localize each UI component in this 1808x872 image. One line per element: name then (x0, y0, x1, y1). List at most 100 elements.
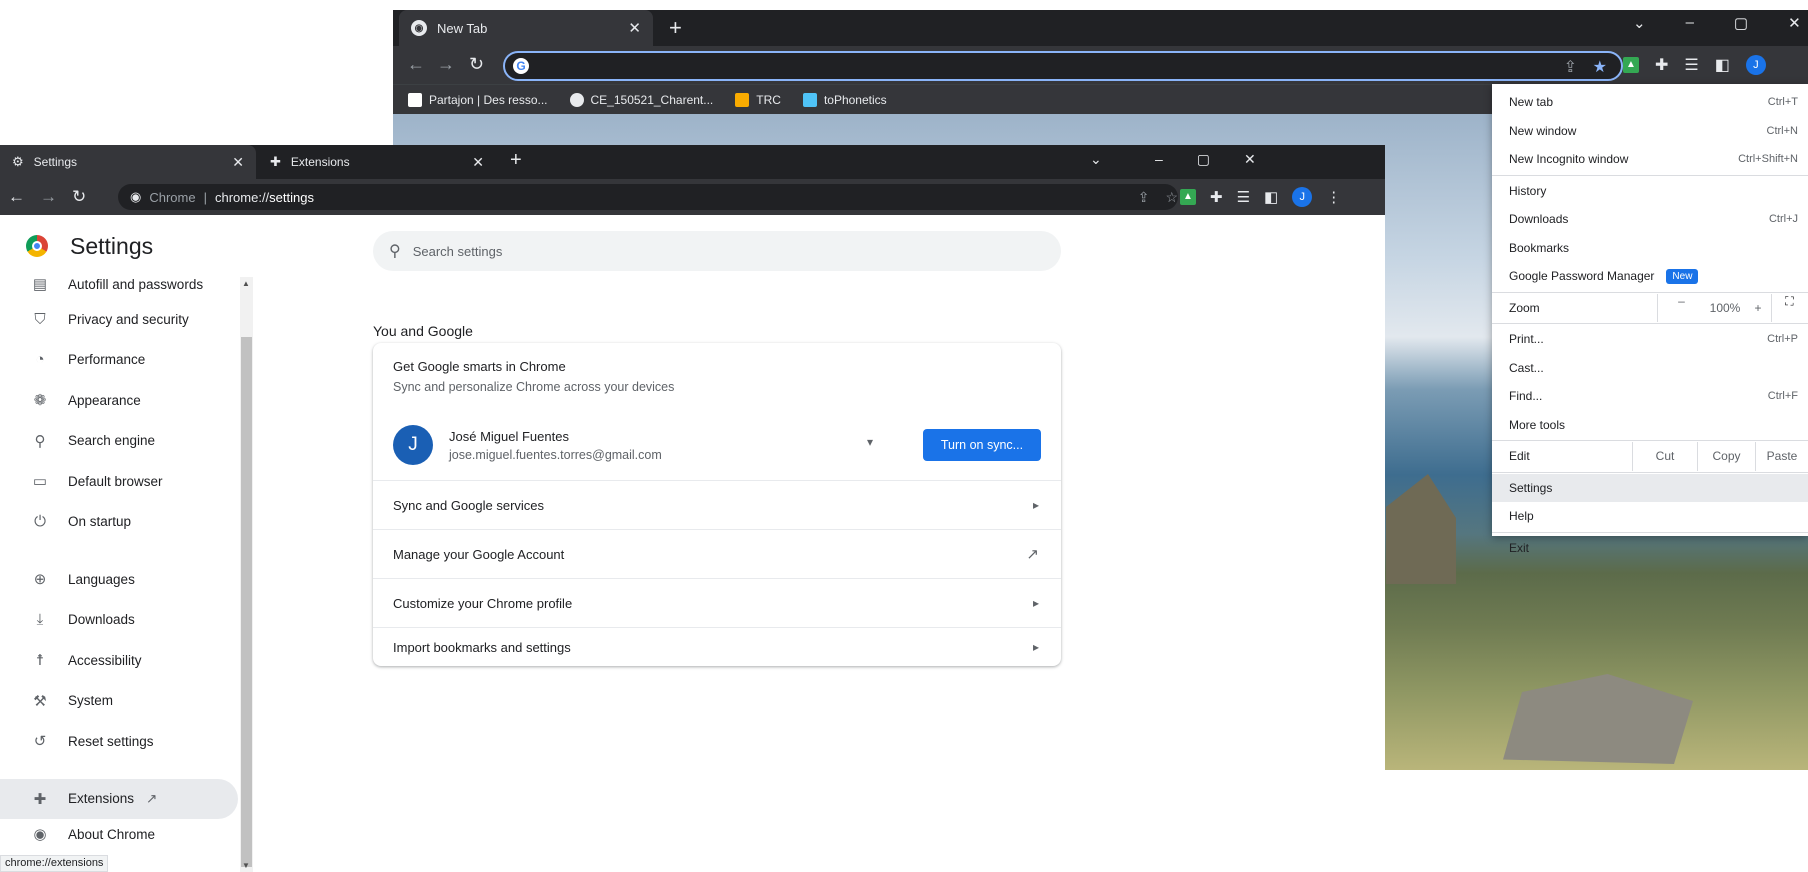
wrench-icon: ⚒ (33, 692, 47, 710)
more-vert-icon[interactable]: ⋮ (1326, 188, 1341, 206)
reading-list-icon[interactable]: ☰ (1684, 55, 1698, 75)
menu-item-new-window[interactable]: New window Ctrl+N (1492, 117, 1808, 146)
folder-icon (735, 92, 750, 107)
fullscreen-icon[interactable]: ⛶ (1771, 293, 1807, 322)
menu-item-find[interactable]: Find... Ctrl+F (1492, 382, 1808, 411)
close-window-button[interactable]: ✕ (1244, 151, 1256, 168)
sidebar-item-system[interactable]: ⚒ System (0, 681, 240, 722)
menu-item-settings[interactable]: Settings (1492, 473, 1808, 502)
scroll-down-arrow-icon[interactable]: ▼ (242, 861, 250, 870)
settings-header: Settings (0, 215, 260, 277)
bookmark-item[interactable]: toPhonetics (802, 92, 887, 107)
new-tab-button[interactable]: + (510, 149, 522, 172)
sidebar-item-search-engine[interactable]: ⚲ Search engine (0, 421, 240, 462)
globe-icon (569, 92, 584, 107)
tab-search-icon[interactable]: ⌄ (1090, 151, 1102, 168)
sidebar-item-languages[interactable]: ⊕ Languages (0, 559, 240, 600)
share-icon[interactable]: ⇪ (1564, 57, 1577, 77)
reload-icon[interactable]: ↻ (469, 54, 484, 75)
tab-extensions[interactable]: ✚ Extensions ✕ (260, 145, 500, 179)
side-panel-icon[interactable]: ◧ (1715, 55, 1730, 75)
sidebar-item-about-chrome[interactable]: ◉ About Chrome (0, 819, 240, 849)
bookmark-item[interactable]: CE_150521_Charent... (569, 92, 713, 107)
search-input[interactable] (412, 243, 913, 259)
close-icon[interactable]: ✕ (472, 154, 484, 171)
menu-item-print[interactable]: Print... Ctrl+P (1492, 325, 1808, 354)
forward-arrow-icon[interactable]: → (437, 54, 455, 75)
turn-on-sync-button[interactable]: Turn on sync... (923, 429, 1041, 461)
sidebar-item-appearance[interactable]: ❁ Appearance (0, 380, 240, 421)
menu-item-new-tab[interactable]: New tab Ctrl+T (1492, 88, 1808, 117)
chevron-down-icon[interactable]: ▾ (867, 435, 873, 449)
menu-item-password-manager[interactable]: Google Password Manager New (1492, 262, 1808, 291)
share-icon[interactable]: ⇪ (1138, 189, 1150, 206)
tab-search-icon[interactable]: ⌄ (1633, 14, 1646, 32)
menu-item-new-incognito-window[interactable]: New Incognito window Ctrl+Shift+N (1492, 145, 1808, 174)
menu-item-more-tools[interactable]: More tools (1492, 411, 1808, 440)
minimize-button[interactable]: – (1155, 151, 1163, 168)
close-window-button[interactable]: ✕ (1788, 14, 1801, 32)
scrollbar-thumb[interactable] (241, 337, 252, 867)
sidebar-item-performance[interactable]: ◔ Performance (0, 340, 240, 381)
menu-item-help[interactable]: Help (1492, 502, 1808, 531)
scroll-up-arrow-icon[interactable]: ▲ (242, 279, 250, 288)
zoom-in-button[interactable]: + (1745, 301, 1771, 315)
sidebar-item-accessibility[interactable]: ☨ Accessibility (0, 640, 240, 681)
sidebar-item-on-startup[interactable]: ⏻ On startup (0, 502, 240, 543)
menu-item-bookmarks[interactable]: Bookmarks (1492, 234, 1808, 263)
row-manage-google-account[interactable]: Manage your Google Account ↗ (373, 529, 1061, 578)
palette-icon: ❁ (33, 392, 47, 410)
chrome-icon: ◉ (130, 189, 142, 204)
zoom-out-button[interactable]: – (1657, 293, 1705, 322)
avatar[interactable]: J (1292, 187, 1313, 207)
close-icon[interactable]: ✕ (628, 19, 641, 37)
cut-button[interactable]: Cut (1632, 442, 1697, 471)
bookmark-item[interactable]: Partajon | Des resso... (408, 92, 548, 107)
tab-new-tab[interactable]: ◉ New Tab ✕ (399, 10, 653, 46)
menu-item-history[interactable]: History (1492, 177, 1808, 206)
sidebar-item-reset-settings[interactable]: ↺ Reset settings (0, 721, 240, 762)
side-panel-icon[interactable]: ◧ (1264, 188, 1278, 206)
row-customize-profile[interactable]: Customize your Chrome profile ▸ (373, 578, 1061, 627)
reload-icon[interactable]: ↻ (72, 187, 86, 207)
sidebar-item-downloads[interactable]: ⤓ Downloads (0, 600, 240, 641)
card-heading: Get Google smarts in Chrome (393, 359, 566, 374)
forward-arrow-icon[interactable]: → (40, 187, 57, 207)
copy-button[interactable]: Copy (1697, 442, 1755, 471)
row-sync-google-services[interactable]: Sync and Google services ▸ (373, 480, 1061, 529)
puzzle-icon[interactable]: ✚ (1210, 188, 1223, 206)
back-arrow-icon[interactable]: ← (8, 187, 25, 207)
background-tab-strip: ◉ New Tab ✕ + ⌄ – ▢ ✕ (393, 10, 1808, 46)
sidebar-item-autofill[interactable]: ▤ Autofill and passwords (0, 269, 240, 299)
reading-list-icon[interactable]: ☰ (1237, 188, 1250, 206)
extension-icon[interactable]: ▲ (1623, 57, 1639, 73)
sidebar-item-extensions[interactable]: ✚ Extensions ↗ (0, 778, 238, 819)
search-settings-box[interactable]: ⚲ (373, 231, 1061, 271)
extension-icon[interactable]: ▲ (1180, 189, 1196, 205)
browser-icon: ▭ (32, 473, 48, 491)
address-bar[interactable]: G ⇪ ★ (503, 51, 1623, 81)
row-import-bookmarks[interactable]: Import bookmarks and settings ▸ (373, 627, 1061, 666)
new-tab-button[interactable]: + (669, 15, 682, 41)
address-bar[interactable]: ◉ Chrome | chrome://settings ⇪ ☆ (118, 184, 1178, 210)
puzzle-icon[interactable]: ✚ (1655, 55, 1668, 75)
close-icon[interactable]: ✕ (232, 154, 244, 171)
restore-button[interactable]: ▢ (1734, 14, 1748, 32)
menu-divider (1492, 531, 1808, 533)
paste-button[interactable]: Paste (1755, 442, 1808, 471)
bookmark-item[interactable]: TRC (735, 92, 781, 107)
sidebar-scrollbar[interactable]: ▲ ▼ (240, 277, 253, 872)
menu-item-downloads[interactable]: Downloads Ctrl+J (1492, 205, 1808, 234)
avatar[interactable]: J (1745, 55, 1766, 75)
bookmark-star-icon[interactable]: ☆ (1165, 189, 1178, 206)
restore-button[interactable]: ▢ (1197, 151, 1210, 168)
menu-item-exit[interactable]: Exit (1492, 534, 1808, 563)
sidebar-item-default-browser[interactable]: ▭ Default browser (0, 461, 240, 502)
sidebar-item-privacy[interactable]: ⛉ Privacy and security (0, 299, 240, 340)
bookmark-star-icon[interactable]: ★ (1593, 57, 1607, 77)
minimize-button[interactable]: – (1686, 14, 1694, 32)
back-arrow-icon[interactable]: ← (407, 54, 425, 75)
tab-settings[interactable]: ⚙ Settings ✕ (0, 145, 256, 179)
menu-item-cast[interactable]: Cast... (1492, 354, 1808, 383)
omnibox-separator: | (203, 189, 207, 205)
